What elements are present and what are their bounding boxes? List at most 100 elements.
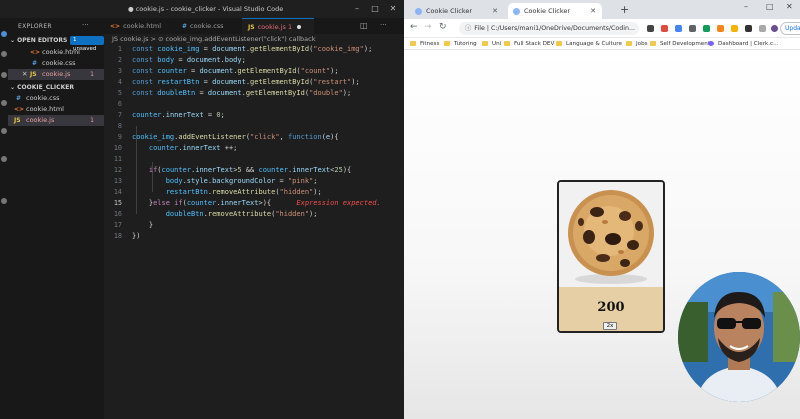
extension-icon[interactable]: [661, 25, 668, 32]
css-icon: #: [32, 60, 38, 67]
browser-tab-active[interactable]: Cookie Clicker ✕: [508, 3, 602, 19]
line-number: 3: [117, 67, 122, 75]
file-tree-item[interactable]: # cookie.css: [8, 93, 104, 104]
css-icon: #: [16, 95, 22, 102]
css-icon: #: [182, 23, 188, 30]
code-line: body.style.backgroundColor = "pink";: [165, 177, 318, 185]
extension-icon[interactable]: [647, 25, 654, 32]
close-tab-icon[interactable]: ✕: [590, 3, 596, 19]
favicon-icon: [513, 8, 520, 15]
file-name: cookie.js: [26, 116, 55, 124]
more-actions-icon[interactable]: ···: [380, 21, 387, 29]
favicon-icon: [415, 8, 422, 15]
folder-icon: [556, 41, 562, 46]
unsaved-dot-icon[interactable]: [297, 25, 302, 29]
extension-icon[interactable]: [675, 25, 682, 32]
line-number: 15: [113, 199, 122, 207]
bookmark-item[interactable]: Full Stack DEV: [504, 39, 554, 49]
folder-header[interactable]: ⌄ COOKIE_CLICKER: [10, 84, 74, 91]
close-file-icon[interactable]: ✕: [22, 69, 27, 80]
update-button[interactable]: Upda: [780, 22, 800, 35]
code-line: if(counter.innerText>5 && counter.innerT…: [148, 166, 352, 174]
bookmark-item[interactable]: Language & Culture: [556, 39, 622, 49]
bookmark-item[interactable]: Uni: [482, 39, 501, 49]
minimize-icon[interactable]: –: [744, 2, 748, 11]
line-number: 9: [117, 133, 122, 141]
remote-icon[interactable]: [1, 156, 7, 162]
open-editor-item[interactable]: # cookie.css: [8, 58, 104, 69]
new-tab-button[interactable]: +: [620, 3, 629, 16]
maximize-icon[interactable]: □: [368, 3, 382, 15]
source-control-icon[interactable]: [1, 72, 7, 78]
tab-cookie-js[interactable]: JS cookie.js 1: [242, 18, 314, 34]
tab-cookie-css[interactable]: # cookie.css: [176, 18, 242, 34]
code-line: }: [132, 221, 154, 229]
more-actions-icon[interactable]: ···: [82, 21, 89, 29]
minimize-icon[interactable]: –: [350, 3, 364, 15]
browser-tab[interactable]: Cookie Clicker ✕: [410, 3, 504, 19]
line-number: 12: [113, 166, 122, 174]
folder-icon: [504, 41, 510, 46]
split-editor-icon[interactable]: ◫: [360, 21, 368, 30]
line-number: 18: [113, 232, 122, 240]
unsaved-badge: 1 unsaved: [70, 36, 104, 52]
code-line: }else if(counter.innerText>){ Expression…: [132, 199, 381, 207]
address-bar[interactable]: ⓘ File | C:/Users/mani1/OneDrive/Document…: [459, 22, 639, 35]
sidebar-icon[interactable]: [759, 25, 766, 32]
profile-avatar[interactable]: [771, 25, 778, 32]
bookmarks-bar: Fitness Tutoring Uni Full Stack DEV Lang…: [404, 38, 800, 50]
line-number: 17: [113, 221, 122, 229]
tab-label: cookie.css: [190, 22, 224, 30]
extension-icon[interactable]: [703, 25, 710, 32]
vscode-titlebar: ● cookie.js - cookie_clicker - Visual St…: [0, 0, 404, 18]
editor-tabs: <> cookie.html # cookie.css JS cookie.js 1 …: [104, 18, 404, 34]
code-line: counter.innerText ++;: [148, 144, 238, 152]
explorer-icon[interactable]: [1, 31, 7, 37]
extensions-icon[interactable]: [1, 128, 7, 134]
tab-cookie-html[interactable]: <> cookie.html: [104, 18, 176, 34]
bookmark-item[interactable]: Self Development: [650, 39, 710, 49]
extension-icon[interactable]: [689, 25, 696, 32]
code-editor[interactable]: 1 2 3 4 5 6 7 8 9 10 11 12 13 14 15 16 17 18 const cookie…: [104, 45, 404, 419]
code-line: const body = document.body;: [132, 56, 246, 64]
reload-icon[interactable]: ↻: [439, 22, 447, 32]
error-count: 1: [90, 117, 94, 124]
info-icon[interactable]: ⓘ: [465, 25, 471, 32]
maximize-icon[interactable]: □: [766, 2, 774, 11]
back-icon[interactable]: ←: [410, 22, 418, 32]
file-name: cookie.css: [26, 94, 60, 102]
search-icon[interactable]: [1, 51, 7, 57]
close-icon[interactable]: ✕: [386, 3, 400, 15]
close-icon[interactable]: ✕: [786, 2, 793, 11]
account-icon[interactable]: [1, 198, 7, 204]
code-line: const cookie_img = document.getElementBy…: [132, 45, 373, 53]
file-tree-item[interactable]: JS cookie.js 1: [8, 115, 104, 126]
double-button[interactable]: 2x: [603, 322, 617, 330]
tab-label: cookie.html: [123, 22, 162, 30]
extensions-puzzle-icon[interactable]: [745, 25, 752, 32]
file-name: cookie.html: [42, 48, 80, 56]
cookie-image[interactable]: [559, 182, 663, 287]
bookmark-item[interactable]: Fitness: [410, 39, 439, 49]
close-tab-icon[interactable]: ✕: [492, 3, 498, 19]
folder-icon: [410, 41, 416, 46]
inline-error-message: Expression expected.: [296, 199, 381, 207]
forward-icon[interactable]: →: [424, 22, 432, 32]
folder-icon: [444, 41, 450, 46]
bookmark-item[interactable]: Tutoring: [444, 39, 477, 49]
open-editor-item[interactable]: ✕ JS cookie.js 1: [8, 69, 104, 80]
metamask-icon[interactable]: [717, 25, 724, 32]
open-editor-item[interactable]: <> cookie.html: [8, 47, 104, 58]
open-editors-header[interactable]: ⌄ OPEN EDITORS: [10, 37, 67, 44]
extension-icon[interactable]: [731, 25, 738, 32]
run-icon[interactable]: [1, 100, 7, 106]
bookmark-item[interactable]: Jobs: [626, 39, 648, 49]
click-count: 200: [597, 300, 625, 315]
bookmark-item[interactable]: Dashboard | Clerk.c...: [708, 39, 778, 49]
folder-icon: [482, 41, 488, 46]
js-icon: JS: [14, 117, 21, 124]
file-tree-item[interactable]: <> cookie.html: [8, 104, 104, 115]
explorer-sidebar: EXPLORER ··· ⌄ OPEN EDITORS 1 unsaved <>…: [8, 18, 104, 419]
breadcrumb[interactable]: JS cookie.js > ⊙ cookie_img.addEventList…: [104, 34, 404, 45]
webcam-overlay: [678, 272, 800, 402]
